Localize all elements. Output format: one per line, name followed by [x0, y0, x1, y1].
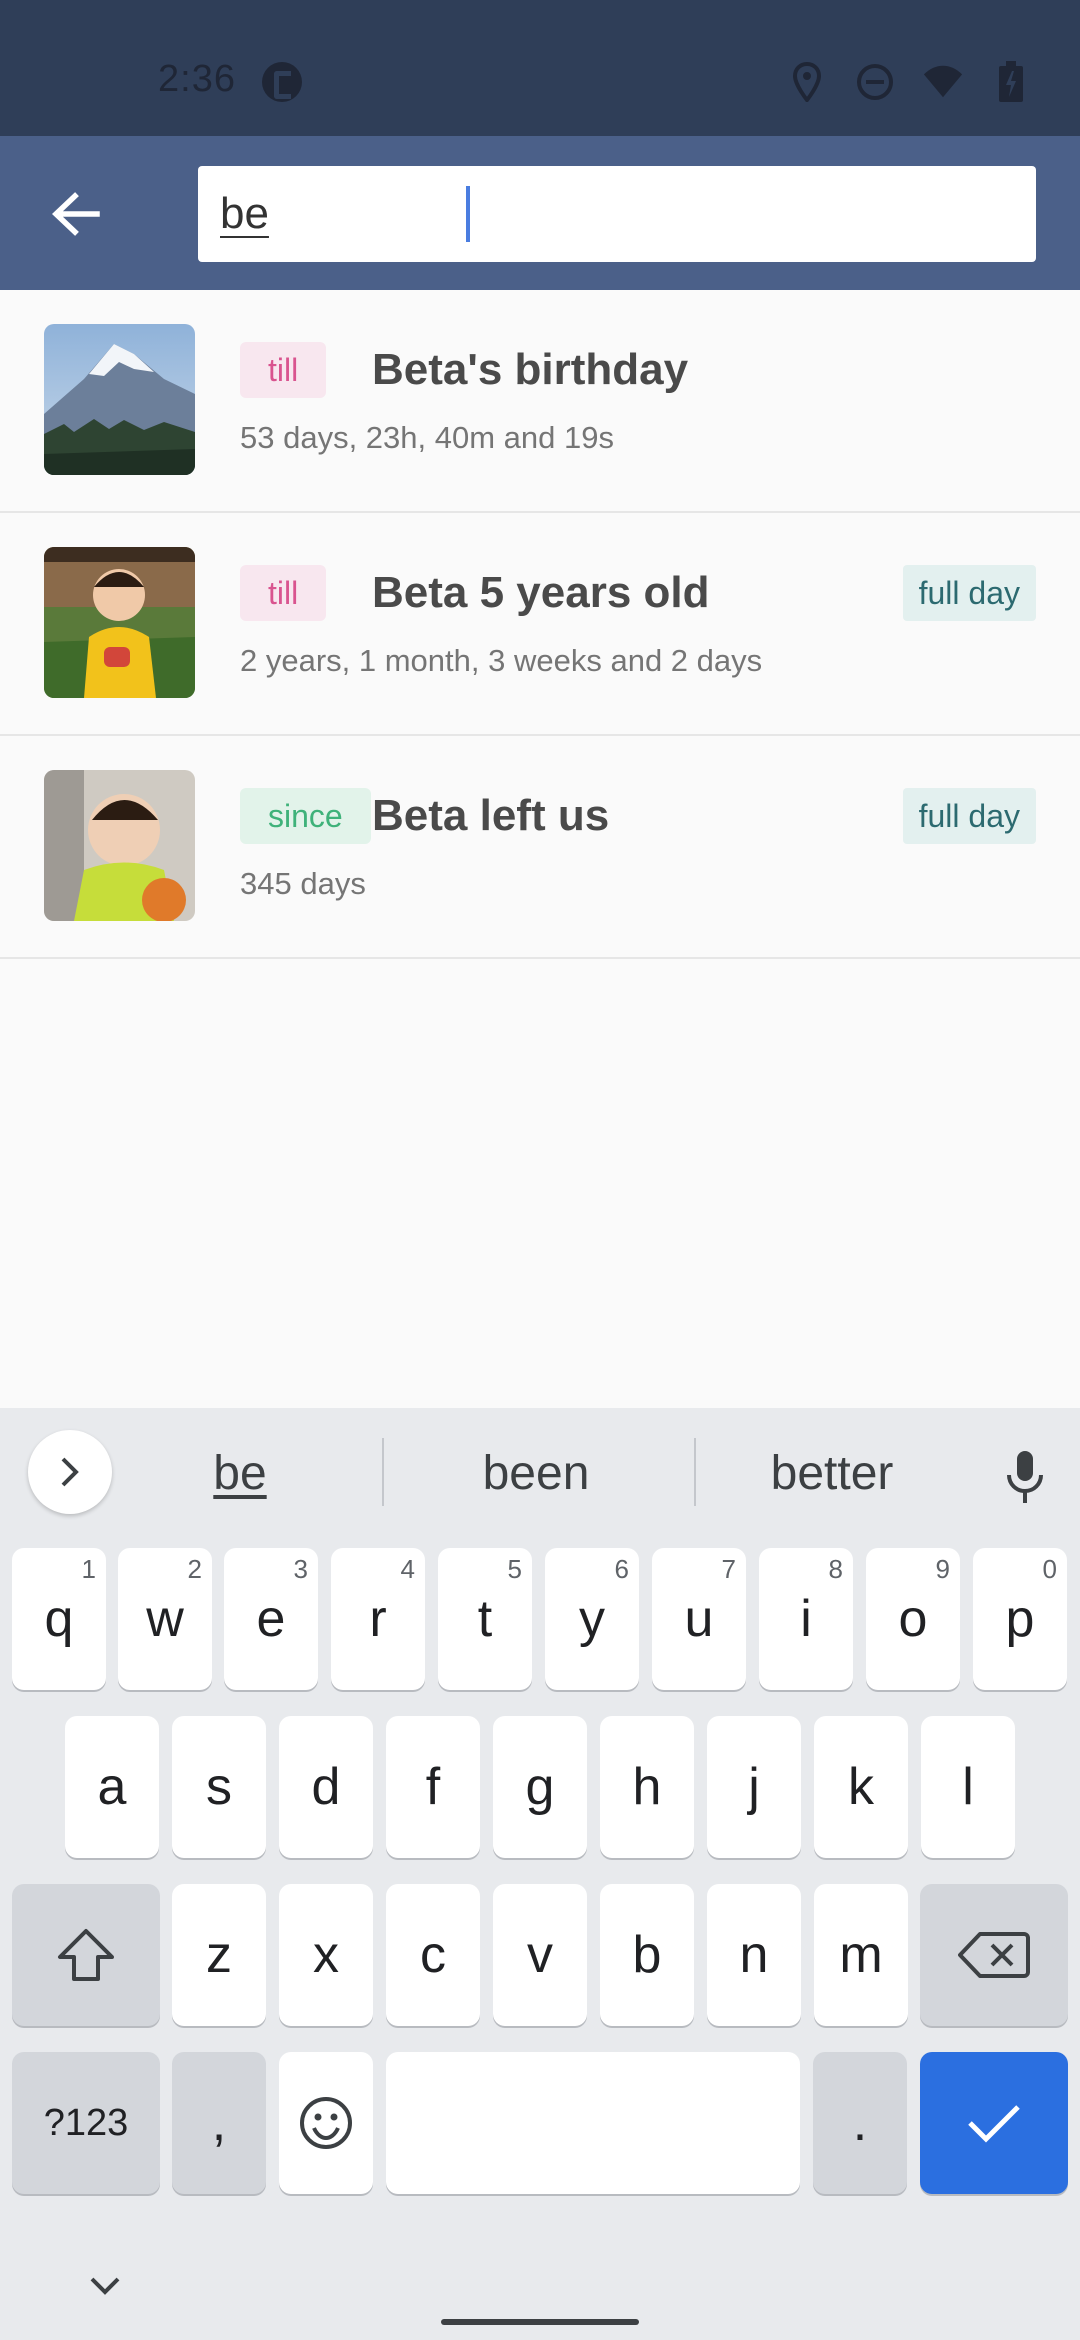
full-day-badge: full day	[902, 565, 1036, 621]
event-thumbnail	[44, 324, 195, 475]
shift-key[interactable]	[12, 1884, 160, 2026]
back-button[interactable]	[36, 174, 116, 254]
event-thumbnail	[44, 547, 195, 698]
key-j[interactable]: j	[707, 1716, 801, 1858]
event-tag: since	[240, 788, 371, 844]
event-row[interactable]: till Beta's birthday 53 days, 23h, 40m a…	[0, 290, 1080, 513]
event-row[interactable]: since Beta left us 345 days full day	[0, 736, 1080, 959]
symbols-key[interactable]: ?123	[12, 2052, 160, 2194]
emoji-icon	[300, 2097, 352, 2149]
event-title: Beta left us	[372, 791, 610, 840]
home-indicator[interactable]	[441, 2319, 639, 2325]
suggestion-2[interactable]: been	[386, 1446, 686, 1501]
status-icons	[786, 60, 1032, 104]
key-m[interactable]: m	[814, 1884, 908, 2026]
hide-keyboard-button[interactable]	[80, 2266, 130, 2306]
suggestion-3[interactable]: better	[682, 1446, 982, 1501]
enter-key[interactable]	[920, 2052, 1068, 2194]
app-notification-icon	[262, 62, 302, 102]
status-time: 2:36	[158, 58, 236, 100]
full-day-badge: full day	[902, 788, 1036, 844]
key-n[interactable]: n	[707, 1884, 801, 2026]
key-z[interactable]: z	[172, 1884, 266, 2026]
backspace-icon	[958, 1932, 1030, 1978]
search-input[interactable]	[220, 189, 1014, 239]
key-b[interactable]: b	[600, 1884, 694, 2026]
soft-keyboard: be been better q1 w2 e3 r4 t5 y6 u7 i8 o…	[0, 1408, 1080, 2340]
key-p[interactable]: p0	[973, 1548, 1067, 1690]
backspace-key[interactable]	[920, 1884, 1068, 2026]
suggestion-bar: be been better	[0, 1408, 1080, 1538]
key-v[interactable]: v	[493, 1884, 587, 2026]
chevron-right-icon	[61, 1457, 79, 1487]
dnd-icon	[854, 60, 896, 104]
chevron-down-icon	[90, 2277, 120, 2295]
text-cursor	[466, 186, 470, 242]
key-o[interactable]: o9	[866, 1548, 960, 1690]
key-k[interactable]: k	[814, 1716, 908, 1858]
event-countdown: 53 days, 23h, 40m and 19s	[240, 420, 614, 455]
comma-key[interactable]: ,	[172, 2052, 266, 2194]
key-e[interactable]: e3	[224, 1548, 318, 1690]
key-h[interactable]: h	[600, 1716, 694, 1858]
key-w[interactable]: w2	[118, 1548, 212, 1690]
key-s[interactable]: s	[172, 1716, 266, 1858]
key-g[interactable]: g	[493, 1716, 587, 1858]
space-key[interactable]	[386, 2052, 800, 2194]
emoji-key[interactable]	[279, 2052, 373, 2194]
event-countdown: 2 years, 1 month, 3 weeks and 2 days	[240, 643, 763, 678]
event-title: Beta 5 years old	[372, 568, 710, 617]
key-y[interactable]: y6	[545, 1548, 639, 1690]
suggestion-divider	[382, 1438, 384, 1506]
key-u[interactable]: u7	[652, 1548, 746, 1690]
key-i[interactable]: i8	[759, 1548, 853, 1690]
checkmark-icon	[968, 2105, 1020, 2143]
key-f[interactable]: f	[386, 1716, 480, 1858]
arrow-back-icon	[52, 192, 100, 236]
key-t[interactable]: t5	[438, 1548, 532, 1690]
status-bar: 2:36	[0, 0, 1080, 136]
battery-icon	[990, 60, 1032, 104]
key-r[interactable]: r4	[331, 1548, 425, 1690]
event-list: till Beta's birthday 53 days, 23h, 40m a…	[0, 290, 1080, 959]
voice-input-button[interactable]	[990, 1442, 1060, 1512]
event-row[interactable]: till Beta 5 years old 2 years, 1 month, …	[0, 513, 1080, 736]
key-c[interactable]: c	[386, 1884, 480, 2026]
shift-icon	[58, 1929, 114, 1981]
location-icon	[786, 60, 828, 104]
search-box[interactable]	[198, 166, 1036, 262]
key-d[interactable]: d	[279, 1716, 373, 1858]
event-thumbnail	[44, 770, 195, 921]
event-tag: till	[240, 565, 327, 621]
key-x[interactable]: x	[279, 1884, 373, 2026]
key-l[interactable]: l	[921, 1716, 1015, 1858]
event-tag: till	[240, 342, 327, 398]
wifi-icon	[922, 60, 964, 104]
suggestion-1[interactable]: be	[90, 1446, 390, 1501]
key-q[interactable]: q1	[12, 1548, 106, 1690]
mic-icon	[1007, 1451, 1043, 1503]
search-toolbar	[0, 136, 1080, 290]
period-key[interactable]: .	[813, 2052, 907, 2194]
key-a[interactable]: a	[65, 1716, 159, 1858]
event-title: Beta's birthday	[372, 345, 689, 394]
event-countdown: 345 days	[240, 866, 366, 901]
